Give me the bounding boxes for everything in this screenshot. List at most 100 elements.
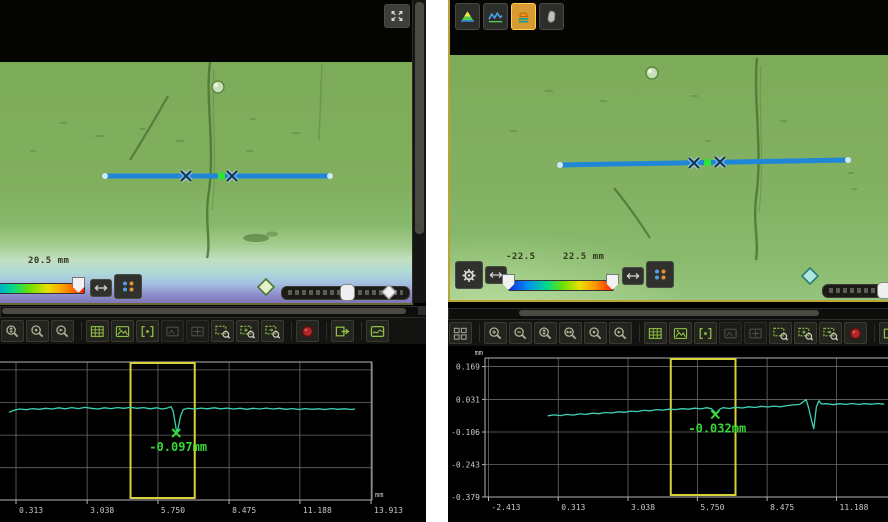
marker-diamond-cyan[interactable] [800, 266, 820, 286]
brackets-button[interactable] [694, 322, 717, 344]
toolbar-separator [634, 324, 640, 342]
left-toolbar [0, 318, 427, 344]
svg-text:8.475: 8.475 [232, 506, 256, 515]
depth-value-label: -0.032mm [688, 421, 746, 435]
color-scale-slider[interactable] [508, 280, 614, 291]
display-mode-button[interactable] [646, 261, 674, 288]
image-button[interactable] [669, 322, 692, 344]
svg-text:11.188: 11.188 [840, 503, 869, 512]
h-arrows-icon [93, 282, 109, 294]
zoom-one-button[interactable] [584, 322, 607, 344]
range-fit-button[interactable] [90, 279, 112, 297]
dim-b-button[interactable] [744, 322, 767, 344]
roi-zoom-c-icon [822, 326, 839, 341]
roi-zoom-a-button[interactable] [769, 322, 792, 344]
zoom-pan-icon [4, 324, 21, 339]
zoom-one-icon [587, 326, 604, 341]
record-button[interactable] [844, 322, 867, 344]
profile-wave-icon [487, 9, 504, 24]
zoom-one-icon [29, 324, 46, 339]
grid-button[interactable] [644, 322, 667, 344]
view-mode-height-map-button[interactable] [455, 3, 480, 30]
record-icon [299, 324, 316, 339]
brackets-button[interactable] [136, 320, 159, 342]
svg-text:-0.106: -0.106 [451, 428, 480, 437]
panel-divider [426, 0, 448, 522]
zoom-out-icon [512, 326, 529, 341]
zoom-in-button[interactable] [484, 322, 507, 344]
svg-text:8.475: 8.475 [770, 503, 794, 512]
dim-a-button[interactable] [161, 320, 184, 342]
zoom-next-icon [54, 324, 71, 339]
roi-zoom-c-button[interactable] [819, 322, 842, 344]
left-profile-chart: 0.3133.0385.7508.47511.18813.913mm-0.097… [0, 352, 428, 522]
zoom-pan-button[interactable] [534, 322, 557, 344]
right-horizontal-scrollbar[interactable] [448, 308, 888, 320]
image-button[interactable] [111, 320, 134, 342]
depth-value-label: -0.097mm [149, 440, 207, 454]
tile-icon [452, 326, 469, 341]
zoom-one-button[interactable] [26, 320, 49, 342]
dim-a-icon [722, 326, 739, 341]
svg-text:3.038: 3.038 [90, 506, 114, 515]
gray-model-icon [543, 9, 560, 24]
toolbar-separator [321, 322, 327, 340]
position-thumb[interactable] [340, 284, 355, 301]
zoom-next-button[interactable] [51, 320, 74, 342]
svg-text:5.750: 5.750 [161, 506, 185, 515]
settings-button[interactable] [455, 261, 483, 289]
fullscreen-expand-button[interactable] [384, 4, 410, 28]
brackets-icon [697, 326, 714, 341]
roi-zoom-b-button[interactable] [236, 320, 259, 342]
toolbar-separator [869, 324, 875, 342]
right-scan-image-view[interactable]: -22.5 22.5 mm [448, 0, 888, 302]
view-mode-bar [455, 3, 567, 30]
left-horizontal-thumb[interactable] [2, 308, 406, 314]
roi-zoom-a-button[interactable] [211, 320, 234, 342]
zoom-panh-button[interactable] [559, 322, 582, 344]
left-vertical-scrollbar[interactable] [412, 0, 427, 303]
view-mode-layer-view-button[interactable] [511, 3, 536, 30]
grip-dots-icon [119, 278, 137, 295]
left-scan-image-view[interactable]: 20.5 mm [0, 0, 413, 305]
view-mode-gray-model-button[interactable] [539, 3, 564, 30]
zoom-pan-icon [537, 326, 554, 341]
range-fit-button-2[interactable] [622, 267, 644, 285]
svg-text:mm: mm [475, 349, 483, 357]
model-button[interactable] [366, 320, 389, 342]
svg-text:0.313: 0.313 [561, 503, 585, 512]
display-mode-button[interactable] [114, 274, 142, 299]
view-mode-profile-wave-button[interactable] [483, 3, 508, 30]
marker-diamond-white[interactable] [380, 283, 398, 301]
svg-text:-2.413: -2.413 [492, 503, 521, 512]
export-button[interactable] [879, 322, 888, 344]
grip-dots-icon [651, 266, 669, 283]
h-arrows-icon [488, 269, 504, 281]
dim-b-icon [189, 324, 206, 339]
zoom-next-button[interactable] [609, 322, 632, 344]
roi-zoom-c-button[interactable] [261, 320, 284, 342]
dim-a-button[interactable] [719, 322, 742, 344]
image-icon [672, 326, 689, 341]
zoom-out-button[interactable] [509, 322, 532, 344]
position-thumb[interactable] [877, 282, 888, 299]
svg-text:-0.243: -0.243 [451, 461, 480, 470]
export-button[interactable] [331, 320, 354, 342]
record-button[interactable] [296, 320, 319, 342]
position-scrollbar[interactable] [281, 286, 410, 300]
position-scrollbar[interactable] [822, 284, 888, 298]
roi-zoom-b-button[interactable] [794, 322, 817, 344]
toolbar-separator [76, 322, 82, 340]
marker-diamond-green[interactable] [256, 277, 276, 297]
right-horizontal-thumb[interactable] [519, 310, 819, 316]
h-arrows-icon [625, 270, 641, 282]
dim-b-button[interactable] [186, 320, 209, 342]
zoom-pan-button[interactable] [1, 320, 24, 342]
zoom-in-icon [487, 326, 504, 341]
grid-button[interactable] [86, 320, 109, 342]
roi-zoom-b-icon [239, 324, 256, 339]
left-vertical-thumb[interactable] [415, 2, 424, 234]
left-horizontal-scrollbar[interactable] [0, 306, 428, 318]
tile-button[interactable] [449, 322, 472, 344]
zoom-panh-icon [562, 326, 579, 341]
